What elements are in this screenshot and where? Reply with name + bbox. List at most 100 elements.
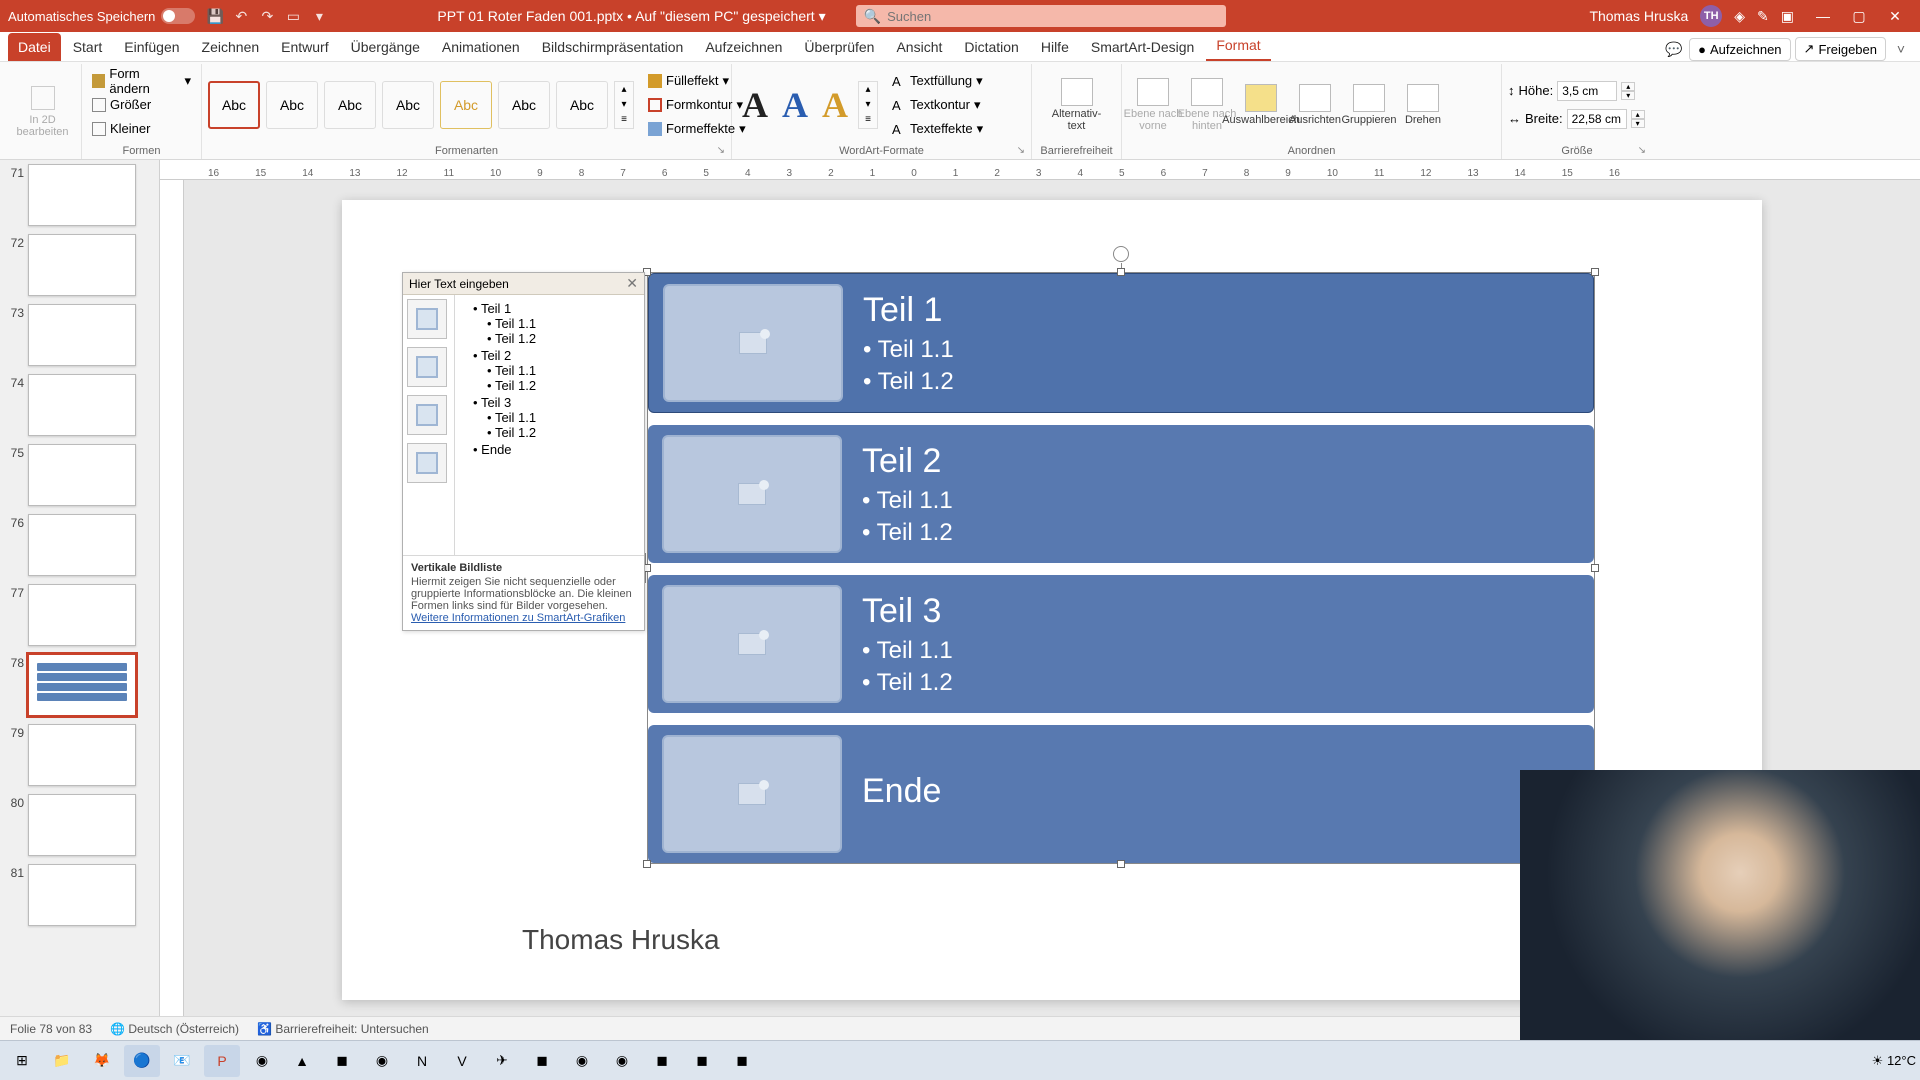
outline-text[interactable]: Teil 1Teil 1.1Teil 1.2Teil 2Teil 1.1Teil…: [455, 295, 644, 555]
undo-icon[interactable]: ↶: [233, 8, 249, 24]
gallery-more-button[interactable]: ▴▾≡: [614, 81, 634, 129]
shape-style-6[interactable]: Abc: [498, 81, 550, 129]
width-input[interactable]: [1567, 109, 1627, 129]
powerpoint-icon[interactable]: P: [204, 1045, 240, 1077]
smaller-button[interactable]: Kleiner: [88, 118, 195, 140]
edit-2d-icon[interactable]: [31, 86, 55, 110]
chevron-down-icon[interactable]: ▾: [819, 8, 826, 25]
smartart-bullet[interactable]: • Teil 1.2: [863, 368, 954, 396]
outline-subitem[interactable]: Teil 1.2: [487, 331, 640, 346]
slide-position[interactable]: Folie 78 von 83: [10, 1022, 92, 1036]
smartart-image-placeholder[interactable]: [663, 284, 843, 402]
thumbnail-preview[interactable]: [28, 584, 136, 646]
resize-handle[interactable]: [1591, 564, 1599, 572]
start-button[interactable]: ⊞: [4, 1045, 40, 1077]
share-button[interactable]: ↗ Freigeben: [1795, 37, 1886, 61]
smartart-title[interactable]: Teil 2: [862, 442, 953, 481]
tab-view[interactable]: Ansicht: [886, 33, 952, 61]
slide-thumbnail[interactable]: 73: [2, 304, 157, 366]
tab-dictation[interactable]: Dictation: [954, 33, 1028, 61]
app-icon[interactable]: ◼: [724, 1045, 760, 1077]
outline-subitem[interactable]: Teil 1.1: [487, 410, 640, 425]
window-layout-icon[interactable]: ▣: [1781, 8, 1794, 25]
smartart-row[interactable]: Teil 2 • Teil 1.1 • Teil 1.2: [648, 425, 1594, 563]
smartart-text[interactable]: Teil 1• Teil 1.1• Teil 1.2: [863, 291, 954, 396]
width-spinner[interactable]: ▴▾: [1631, 110, 1645, 128]
smartart-row[interactable]: Teil 3• Teil 1.1• Teil 1.2: [648, 575, 1594, 713]
app-icon[interactable]: V: [444, 1045, 480, 1077]
record-button[interactable]: ● Aufzeichnen: [1689, 38, 1790, 61]
outline-subitem[interactable]: Teil 1.1: [487, 316, 640, 331]
group-button[interactable]: Gruppieren: [1344, 84, 1394, 126]
close-icon[interactable]: ✕: [626, 275, 638, 292]
smartart-row[interactable]: Teil 1• Teil 1.1• Teil 1.2: [648, 273, 1594, 413]
tab-design[interactable]: Entwurf: [271, 33, 338, 61]
smartart-row[interactable]: Ende: [648, 725, 1594, 863]
smartart-bullet[interactable]: • Teil 1.1: [862, 637, 953, 665]
smartart-image-placeholder[interactable]: [662, 585, 842, 703]
smartart-bullet[interactable]: • Teil 1.1: [862, 487, 953, 515]
alttext-button[interactable]: Alternativ- text: [1052, 78, 1102, 132]
outline-item[interactable]: Teil 3Teil 1.1Teil 1.2: [473, 395, 640, 440]
present-from-start-icon[interactable]: ▭: [285, 8, 301, 24]
smartart-bullet[interactable]: • Teil 1.1: [863, 336, 954, 364]
shape-style-4[interactable]: Abc: [382, 81, 434, 129]
resize-handle[interactable]: [1117, 860, 1125, 868]
launcher-icon[interactable]: ↘: [1017, 145, 1025, 156]
pen-icon[interactable]: ✎: [1757, 8, 1769, 25]
thumbnail-preview[interactable]: [28, 374, 136, 436]
diamond-icon[interactable]: ◈: [1734, 8, 1745, 25]
slide-thumbnail[interactable]: 78: [2, 654, 157, 716]
slide-thumbnail[interactable]: 71: [2, 164, 157, 226]
tab-format[interactable]: Format: [1206, 31, 1270, 61]
textfill-button[interactable]: ATextfüllung ▾: [888, 70, 987, 92]
tab-review[interactable]: Überprüfen: [794, 33, 884, 61]
thumbnail-pane[interactable]: 7172737475767778798081: [0, 160, 160, 1016]
user-avatar[interactable]: TH: [1700, 5, 1722, 27]
wordart-2[interactable]: A: [778, 84, 812, 126]
tab-file[interactable]: Datei: [8, 33, 61, 61]
smartart-title[interactable]: Ende: [862, 772, 941, 811]
chrome-icon[interactable]: 🔵: [124, 1045, 160, 1077]
wordart-more-button[interactable]: ▴▾≡: [858, 81, 878, 129]
outlook-icon[interactable]: 📧: [164, 1045, 200, 1077]
wordart-gallery[interactable]: A A A ▴▾≡: [738, 81, 878, 129]
selection-pane-button[interactable]: Auswahlbereich: [1236, 84, 1286, 126]
thumbnail-preview[interactable]: [28, 864, 136, 926]
tab-slideshow[interactable]: Bildschirmpräsentation: [532, 33, 694, 61]
height-input[interactable]: [1557, 81, 1617, 101]
launcher-icon[interactable]: ↘: [1638, 145, 1646, 156]
thumbnail-preview[interactable]: [28, 654, 136, 716]
document-title[interactable]: PPT 01 Roter Faden 001.pptx • Auf "diese…: [437, 8, 825, 25]
outline-thumb[interactable]: [407, 299, 447, 339]
tab-insert[interactable]: Einfügen: [114, 33, 189, 61]
smartart-bullet[interactable]: • Teil 1.2: [862, 519, 953, 547]
resize-handle[interactable]: [1117, 268, 1125, 276]
thumbnail-preview[interactable]: [28, 724, 136, 786]
tab-record[interactable]: Aufzeichnen: [695, 33, 792, 61]
explorer-icon[interactable]: 📁: [44, 1045, 80, 1077]
outline-thumb[interactable]: [407, 395, 447, 435]
larger-button[interactable]: Größer: [88, 94, 195, 116]
resize-handle[interactable]: [1591, 268, 1599, 276]
accessibility-button[interactable]: ♿ Barrierefreiheit: Untersuchen: [257, 1022, 429, 1036]
smartart-image-placeholder[interactable]: [662, 435, 842, 553]
close-button[interactable]: ✕: [1878, 4, 1912, 28]
minimize-button[interactable]: —: [1806, 4, 1840, 28]
text-pane-header[interactable]: Hier Text eingeben ✕: [403, 273, 644, 295]
autosave-toggle[interactable]: Automatisches Speichern: [8, 8, 195, 24]
app-icon[interactable]: ◉: [364, 1045, 400, 1077]
rotate-handle[interactable]: [1113, 246, 1129, 262]
outline-thumb[interactable]: [407, 347, 447, 387]
slide-thumbnail[interactable]: 79: [2, 724, 157, 786]
outline-item[interactable]: Teil 2Teil 1.1Teil 1.2: [473, 348, 640, 393]
smartart-title[interactable]: Teil 3: [862, 592, 953, 631]
smartart-text[interactable]: Teil 3• Teil 1.1• Teil 1.2: [862, 592, 953, 697]
tab-start[interactable]: Start: [63, 33, 113, 61]
info-link[interactable]: Weitere Informationen zu SmartArt-Grafik…: [411, 612, 636, 624]
maximize-button[interactable]: ▢: [1842, 4, 1876, 28]
slide-thumbnail[interactable]: 76: [2, 514, 157, 576]
tab-draw[interactable]: Zeichnen: [192, 33, 270, 61]
align-button[interactable]: Ausrichten: [1290, 84, 1340, 126]
thumbnail-preview[interactable]: [28, 514, 136, 576]
